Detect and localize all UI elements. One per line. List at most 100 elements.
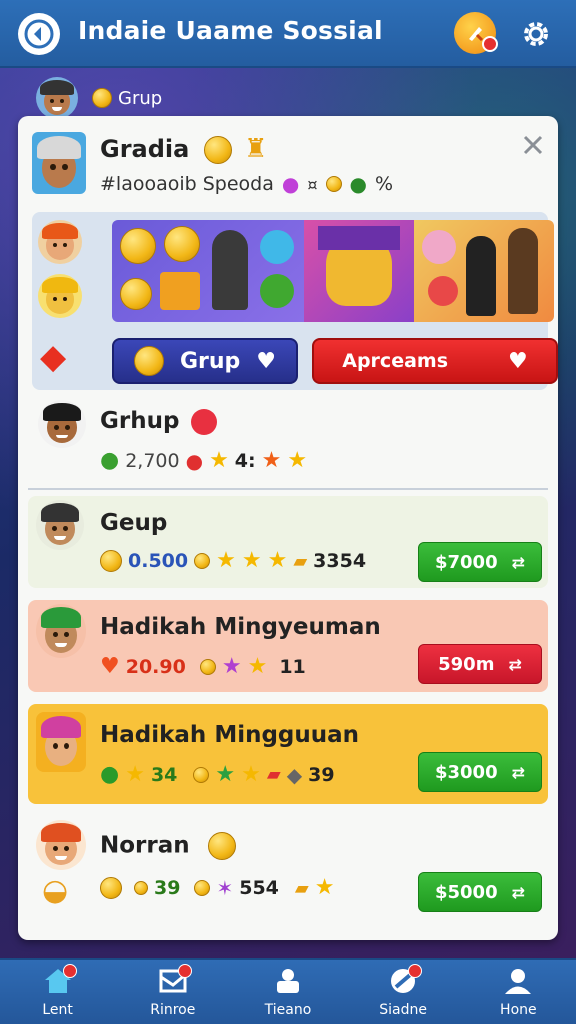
- bag-icon: [276, 969, 299, 993]
- star-icon: ★: [216, 548, 236, 573]
- list-item-stats: ♥ 20.90 ★ ★ 11: [100, 653, 306, 679]
- heart-icon: ◆: [40, 337, 67, 377]
- coin-icon: [194, 880, 211, 896]
- gear-icon: [524, 22, 548, 46]
- profile-avatar: [32, 132, 86, 194]
- heart-icon: ♥: [508, 348, 528, 374]
- list-avatar: [36, 820, 86, 870]
- bowl-icon: ◒: [42, 873, 69, 908]
- swap-icon: ⇄: [511, 762, 526, 782]
- avatar-orange: [38, 220, 82, 264]
- list-item[interactable]: Hadikah Mingyeuman ♥ 20.90 ★ ★ 11 590m ⇄: [28, 600, 548, 692]
- promo-banner-image[interactable]: [112, 220, 554, 322]
- emblem-icon: [133, 346, 164, 376]
- notification-dot: [62, 964, 77, 978]
- notification-dot: [177, 964, 192, 978]
- divider: [28, 488, 548, 490]
- featured-name: Grhup: [100, 408, 218, 435]
- list-item-stats: ● ★ 34 ★ ★ ▰ ◆ 39: [100, 761, 335, 787]
- profile-subtitle: #laooaoib Speoda ● ¤ ● %: [100, 172, 394, 196]
- main-panel: Gradia ♜ #laooaoib Speoda ● ¤ ● % ◆ Grup…: [18, 116, 558, 940]
- hand-icon: ¤: [307, 174, 318, 194]
- list-item-name: Hadikah Mingguuan: [100, 722, 360, 748]
- gem-icon: ◆: [286, 762, 303, 787]
- profile-icon: [505, 969, 532, 994]
- list-item[interactable]: Hadikah Mingguuan ● ★ 34 ★ ★ ▰ ◆ 39 $300…: [28, 704, 548, 804]
- list-item-name: Norran: [100, 832, 236, 860]
- heart-icon: ♥: [256, 348, 277, 374]
- list-avatar: [36, 500, 84, 550]
- buy-button[interactable]: $7000 ⇄: [418, 542, 542, 582]
- heart-icon: ♥: [100, 654, 120, 679]
- list-item-name: Geup: [100, 510, 168, 536]
- nav-item-tieano[interactable]: Tieano: [230, 960, 345, 1024]
- star-icon: ★: [314, 875, 335, 900]
- list-item-stats: 39 ✶ 554 ▰ ★: [100, 876, 334, 900]
- list-avatar: [36, 604, 86, 658]
- banner-section: ◆ Grup ♥ Aprceams ♥: [32, 212, 558, 390]
- nav-item-siadne[interactable]: Siadne: [346, 960, 461, 1024]
- buy-button[interactable]: $3000 ⇄: [418, 752, 542, 792]
- clover-icon: ●: [100, 762, 120, 787]
- star-icon: ★: [125, 761, 145, 787]
- coin-icon: [100, 550, 122, 572]
- ticket-icon: ▰: [293, 550, 308, 572]
- purple-star-icon: ✶: [216, 876, 234, 900]
- purple-star-icon: ★: [221, 654, 242, 679]
- nav-item-rinroe[interactable]: Rinroe: [115, 960, 230, 1024]
- coin-icon: [134, 881, 148, 895]
- notification-dot: [482, 36, 498, 52]
- star-icon: ★: [267, 548, 288, 573]
- group-tag[interactable]: Grup: [36, 76, 162, 120]
- coin-icon: [194, 553, 211, 569]
- star-icon: ★: [241, 761, 261, 787]
- back-arrow-icon: [24, 19, 54, 49]
- coin-icon: [100, 877, 122, 899]
- list-item-name: Hadikah Mingyeuman: [100, 614, 381, 640]
- user-avatar: [36, 77, 78, 119]
- list-item[interactable]: Norran ◒ 39 ✶ 554 ▰ ★ $5000 ⇄: [28, 816, 548, 916]
- nav-item-lent[interactable]: Lent: [0, 960, 115, 1024]
- top-bar: Indaie Uaame Sossial: [0, 0, 576, 68]
- ticket-icon: ▰: [294, 877, 309, 899]
- coin-icon: [207, 832, 236, 860]
- notification-dot: [408, 964, 423, 978]
- coin-icon: [193, 766, 210, 783]
- swap-icon: ⇄: [508, 654, 522, 674]
- swap-icon: ⇄: [511, 882, 526, 902]
- crown-icon: ♜: [244, 134, 268, 164]
- aprceams-button[interactable]: Aprceams ♥: [312, 338, 558, 384]
- star-icon: ★: [209, 447, 229, 473]
- star-icon: ★: [261, 447, 282, 473]
- coin-icon: [325, 176, 342, 192]
- nav-item-hone[interactable]: Hone: [461, 960, 576, 1024]
- badge-icon: [191, 408, 218, 435]
- app-title: Indaie Uaame Sossial: [78, 16, 383, 45]
- settings-button[interactable]: [516, 14, 556, 54]
- buy-button[interactable]: $5000 ⇄: [418, 872, 542, 912]
- rocket-badge-button[interactable]: [454, 12, 498, 54]
- avatar-yellow: [38, 274, 82, 318]
- close-button[interactable]: [518, 130, 548, 160]
- leaf-icon: ●: [100, 448, 120, 473]
- ruby-icon: ●: [185, 448, 204, 473]
- star-icon: ★: [287, 447, 308, 473]
- close-icon: [523, 135, 543, 155]
- star-icon: ★: [241, 548, 262, 573]
- gem-icon: ●: [281, 172, 300, 196]
- grup-button[interactable]: Grup ♥: [112, 338, 298, 384]
- swap-icon: ⇄: [511, 552, 526, 572]
- bottom-nav: Lent Rinroe Tieano Siadne Hone: [0, 958, 576, 1024]
- back-button[interactable]: [18, 13, 60, 55]
- featured-row[interactable]: Grhup ● 2,700 ● ★ 4: ★ ★: [28, 396, 548, 484]
- list-item[interactable]: Geup 0.500 ★ ★ ★ ▰ 3354 $7000 ⇄: [28, 496, 548, 588]
- buy-button[interactable]: 590m ⇄: [418, 644, 542, 684]
- coin-icon: [199, 658, 216, 675]
- star-icon: ★: [247, 653, 268, 679]
- featured-stats: ● 2,700 ● ★ 4: ★ ★: [100, 447, 308, 473]
- featured-avatar: [38, 400, 86, 448]
- list-avatar: [36, 712, 86, 772]
- green-star-icon: ★: [215, 762, 236, 787]
- coin-icon: [92, 88, 112, 108]
- ticket-icon: ▰: [266, 764, 281, 785]
